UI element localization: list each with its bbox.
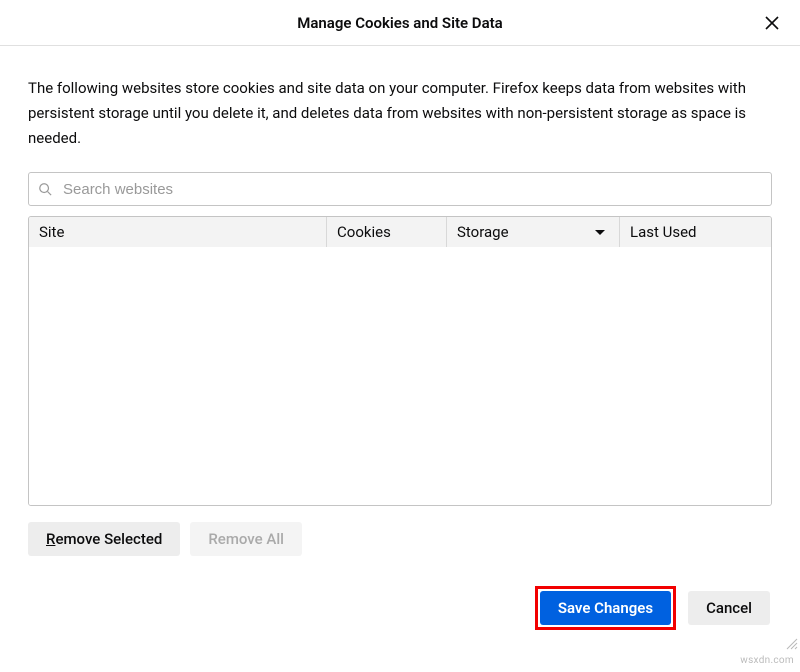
dialog-header: Manage Cookies and Site Data	[0, 0, 800, 46]
sort-descending-icon	[595, 230, 605, 235]
search-icon	[38, 182, 52, 196]
watermark: wsxdn.com	[740, 655, 794, 666]
close-icon	[764, 15, 780, 31]
resize-grip-icon[interactable]	[784, 636, 798, 650]
table-body	[29, 247, 771, 505]
column-label: Site	[39, 223, 64, 241]
sites-table: Site Cookies Storage Last Used	[28, 216, 772, 506]
column-header-cookies[interactable]: Cookies	[327, 217, 447, 247]
column-header-last-used[interactable]: Last Used	[620, 217, 771, 247]
action-row: Remove Selected Remove All	[28, 522, 772, 556]
cancel-button[interactable]: Cancel	[688, 591, 770, 625]
footer-row: Save Changes Cancel	[28, 586, 772, 630]
column-header-site[interactable]: Site	[29, 217, 327, 247]
save-changes-button[interactable]: Save Changes	[540, 591, 671, 625]
table-header-row: Site Cookies Storage Last Used	[29, 217, 771, 247]
search-input[interactable]	[28, 172, 772, 206]
close-button[interactable]	[760, 11, 784, 35]
search-field-wrap	[28, 172, 772, 206]
save-button-highlight: Save Changes	[535, 586, 676, 630]
dialog-body: The following websites store cookies and…	[0, 46, 800, 630]
column-label: Storage	[457, 223, 509, 241]
dialog-description: The following websites store cookies and…	[28, 76, 772, 150]
dialog-title: Manage Cookies and Site Data	[297, 14, 502, 32]
column-label: Cookies	[337, 223, 391, 241]
column-header-storage[interactable]: Storage	[447, 217, 620, 247]
column-label: Last Used	[630, 223, 697, 241]
remove-all-button: Remove All	[190, 522, 302, 556]
remove-selected-button[interactable]: Remove Selected	[28, 522, 180, 556]
